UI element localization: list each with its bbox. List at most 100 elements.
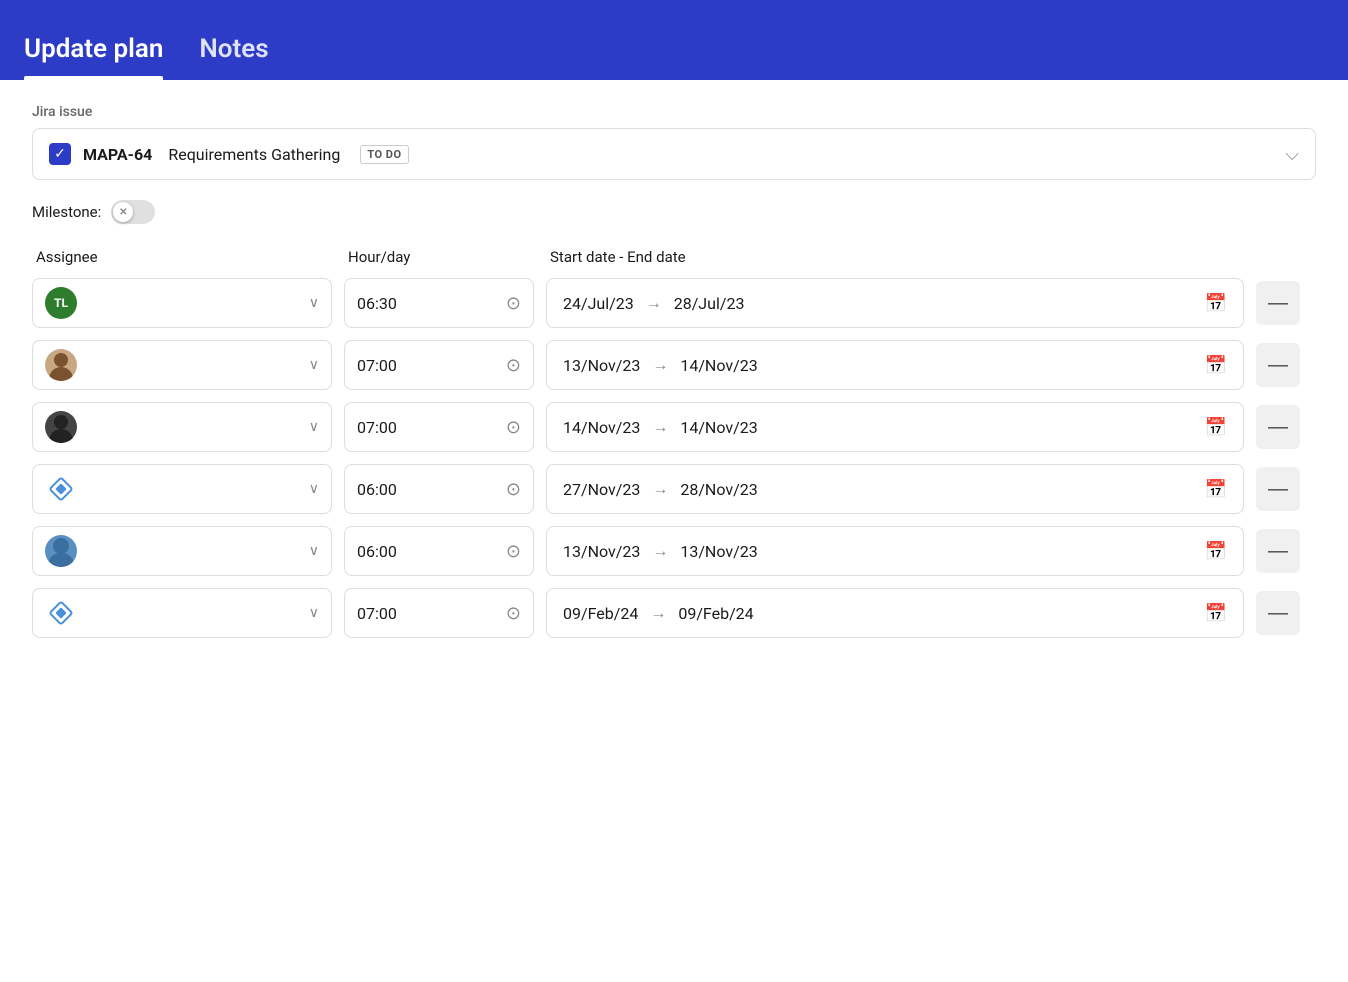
date-range-content-3: 27/Nov/23 → 28/Nov/23: [563, 479, 1205, 499]
hour-value-1: 07:00: [357, 356, 397, 375]
hour-input-0[interactable]: 06:30 ⊙: [344, 278, 534, 328]
assignee-chevron-5: ∨: [309, 605, 319, 621]
calendar-icon-0: 📅: [1205, 293, 1227, 314]
columns-header: Assignee Hour/day Start date - End date: [32, 248, 1316, 266]
col-hourday-header: Hour/day: [348, 248, 538, 266]
assignee-row: ∨ 07:00 ⊙ 09/Feb/24 → 09/Feb/24 📅 —: [32, 588, 1316, 638]
arrow-right-icon-5: →: [650, 603, 666, 623]
date-range-5[interactable]: 09/Feb/24 → 09/Feb/24 📅: [546, 588, 1244, 638]
calendar-icon-1: 📅: [1205, 355, 1227, 376]
assignee-select-4[interactable]: ∨: [32, 526, 332, 576]
arrow-right-icon-0: →: [646, 293, 662, 313]
assignee-row: ∨ 07:00 ⊙ 14/Nov/23 → 14/Nov/23 📅 —: [32, 402, 1316, 452]
remove-button-3[interactable]: —: [1256, 467, 1300, 511]
arrow-right-icon-1: →: [652, 355, 668, 375]
col-remove-header: [1252, 248, 1312, 266]
calendar-icon-3: 📅: [1205, 479, 1227, 500]
app-container: Update plan Notes Jira issue ✓ MAPA-64 R…: [0, 0, 1348, 674]
tab-update-plan[interactable]: Update plan: [24, 34, 179, 80]
arrow-right-icon-2: →: [652, 417, 668, 437]
remove-button-5[interactable]: —: [1256, 591, 1300, 635]
end-date-1: 14/Nov/23: [680, 356, 757, 375]
assignee-select-5[interactable]: ∨: [32, 588, 332, 638]
arrow-right-icon-3: →: [652, 479, 668, 499]
assignee-select-0[interactable]: TL ∨: [32, 278, 332, 328]
avatar-4: [45, 535, 77, 567]
avatar-5: [45, 597, 77, 629]
start-date-1: 13/Nov/23: [563, 356, 640, 375]
remove-button-0[interactable]: —: [1256, 281, 1300, 325]
tab-notes[interactable]: Notes: [199, 34, 284, 80]
col-startend-header: Start date - End date: [550, 248, 1240, 266]
date-range-content-4: 13/Nov/23 → 13/Nov/23: [563, 541, 1205, 561]
date-range-content-2: 14/Nov/23 → 14/Nov/23: [563, 417, 1205, 437]
clock-icon-1: ⊙: [506, 355, 521, 376]
hour-value-2: 07:00: [357, 418, 397, 437]
jira-checkbox-icon: ✓: [49, 143, 71, 165]
jira-section-label: Jira issue: [32, 104, 1316, 120]
milestone-toggle[interactable]: ✕: [111, 200, 155, 224]
avatar-0: TL: [45, 287, 77, 319]
jira-issue-left: ✓ MAPA-64 Requirements Gathering TO DO: [49, 143, 409, 165]
date-range-0[interactable]: 24/Jul/23 → 28/Jul/23 📅: [546, 278, 1244, 328]
assignee-row: ∨ 07:00 ⊙ 13/Nov/23 → 14/Nov/23 📅 —: [32, 340, 1316, 390]
milestone-row: Milestone: ✕: [32, 200, 1316, 224]
hour-value-5: 07:00: [357, 604, 397, 623]
start-date-0: 24/Jul/23: [563, 294, 634, 313]
date-range-content-5: 09/Feb/24 → 09/Feb/24: [563, 603, 1205, 623]
hour-value-3: 06:00: [357, 480, 397, 499]
issue-status-badge: TO DO: [360, 145, 408, 164]
hour-value-4: 06:00: [357, 542, 397, 561]
avatar-1: [45, 349, 77, 381]
assignee-chevron-4: ∨: [309, 543, 319, 559]
end-date-4: 13/Nov/23: [680, 542, 757, 561]
date-range-4[interactable]: 13/Nov/23 → 13/Nov/23 📅: [546, 526, 1244, 576]
issue-name: Requirements Gathering: [168, 145, 340, 164]
end-date-5: 09/Feb/24: [678, 604, 753, 623]
toggle-x-icon: ✕: [119, 207, 127, 218]
assignee-row: TL ∨ 06:30 ⊙ 24/Jul/23 → 28/Jul/23 📅 —: [32, 278, 1316, 328]
col-assignee-header: Assignee: [36, 248, 336, 266]
calendar-icon-5: 📅: [1205, 603, 1227, 624]
jira-chevron-down-icon: ⌵: [1285, 144, 1299, 165]
clock-icon-4: ⊙: [506, 541, 521, 562]
assignee-select-1[interactable]: ∨: [32, 340, 332, 390]
hour-input-5[interactable]: 07:00 ⊙: [344, 588, 534, 638]
calendar-icon-4: 📅: [1205, 541, 1227, 562]
hour-input-4[interactable]: 06:00 ⊙: [344, 526, 534, 576]
clock-icon-3: ⊙: [506, 479, 521, 500]
remove-button-1[interactable]: —: [1256, 343, 1300, 387]
hour-input-3[interactable]: 06:00 ⊙: [344, 464, 534, 514]
hour-input-2[interactable]: 07:00 ⊙: [344, 402, 534, 452]
end-date-3: 28/Nov/23: [680, 480, 757, 499]
arrow-right-icon-4: →: [652, 541, 668, 561]
assignee-row: ∨ 06:00 ⊙ 27/Nov/23 → 28/Nov/23 📅 —: [32, 464, 1316, 514]
calendar-icon-2: 📅: [1205, 417, 1227, 438]
date-range-content-1: 13/Nov/23 → 14/Nov/23: [563, 355, 1205, 375]
date-range-1[interactable]: 13/Nov/23 → 14/Nov/23 📅: [546, 340, 1244, 390]
hour-input-1[interactable]: 07:00 ⊙: [344, 340, 534, 390]
checkmark-icon: ✓: [54, 146, 66, 162]
assignee-chevron-2: ∨: [309, 419, 319, 435]
assignee-select-2[interactable]: ∨: [32, 402, 332, 452]
milestone-toggle-circle: ✕: [113, 202, 133, 222]
end-date-2: 14/Nov/23: [680, 418, 757, 437]
clock-icon-0: ⊙: [506, 293, 521, 314]
remove-button-4[interactable]: —: [1256, 529, 1300, 573]
milestone-label: Milestone:: [32, 203, 101, 221]
remove-button-2[interactable]: —: [1256, 405, 1300, 449]
start-date-4: 13/Nov/23: [563, 542, 640, 561]
assignee-chevron-1: ∨: [309, 357, 319, 373]
assignee-chevron-0: ∨: [309, 295, 319, 311]
start-date-5: 09/Feb/24: [563, 604, 638, 623]
avatar-2: [45, 411, 77, 443]
issue-id: MAPA-64: [83, 145, 152, 164]
date-range-2[interactable]: 14/Nov/23 → 14/Nov/23 📅: [546, 402, 1244, 452]
date-range-3[interactable]: 27/Nov/23 → 28/Nov/23 📅: [546, 464, 1244, 514]
end-date-0: 28/Jul/23: [674, 294, 745, 313]
assignee-row: ∨ 06:00 ⊙ 13/Nov/23 → 13/Nov/23 📅 —: [32, 526, 1316, 576]
clock-icon-5: ⊙: [506, 603, 521, 624]
avatar-3: [45, 473, 77, 505]
jira-issue-selector[interactable]: ✓ MAPA-64 Requirements Gathering TO DO ⌵: [32, 128, 1316, 180]
assignee-select-3[interactable]: ∨: [32, 464, 332, 514]
